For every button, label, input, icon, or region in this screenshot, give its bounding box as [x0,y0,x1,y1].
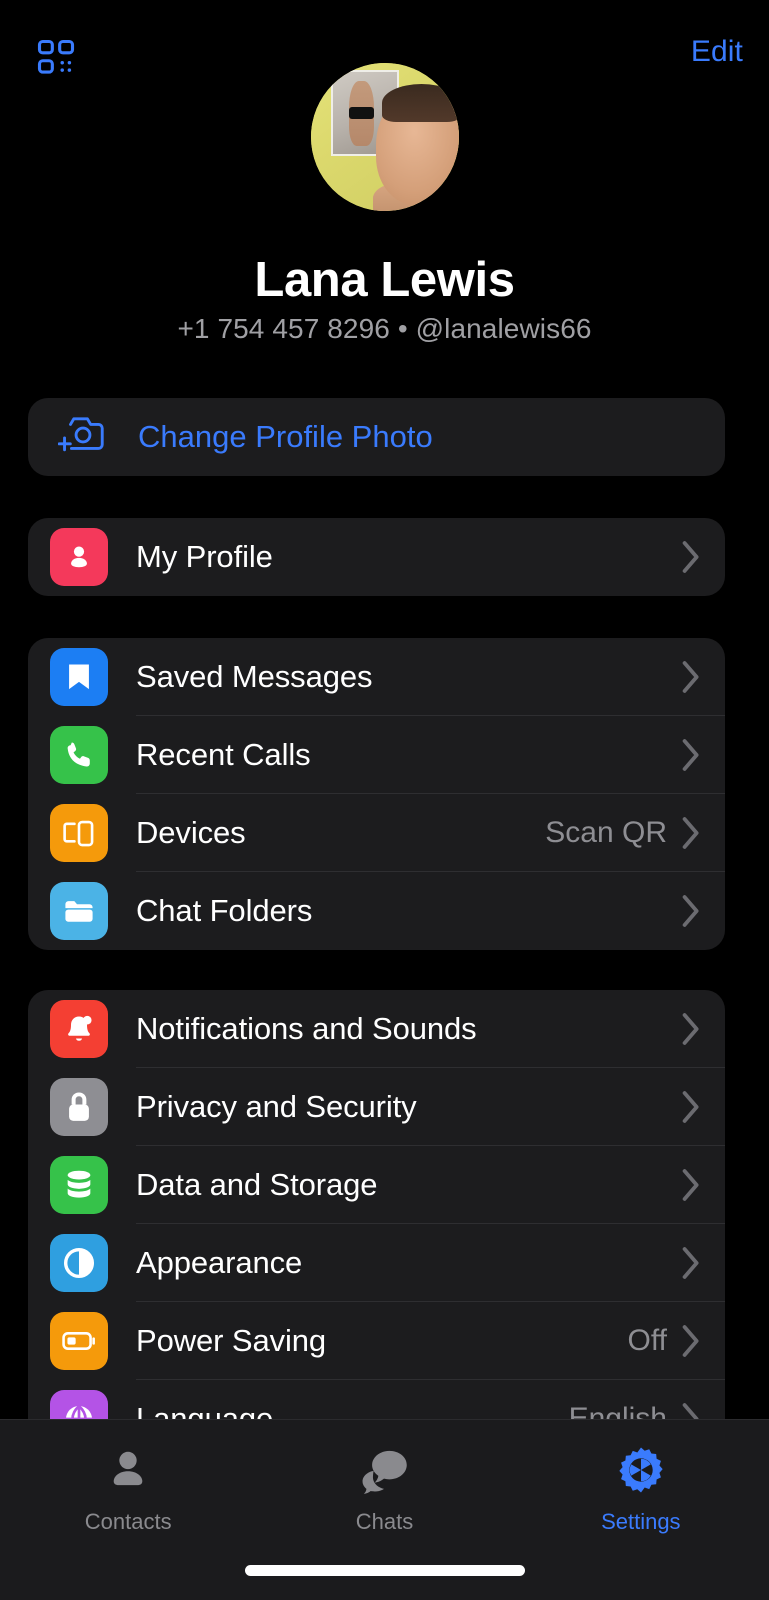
list-item[interactable]: Appearance [28,1224,725,1302]
gear-icon [615,1444,667,1501]
list-item-label: Saved Messages [136,659,373,694]
camera-plus-icon [57,413,108,462]
chevron-right-icon [681,1012,701,1046]
account-group: My Profile [28,518,725,596]
home-indicator [244,1565,525,1576]
chevron-right-icon [681,816,701,850]
tab-chats[interactable]: Chats [256,1420,512,1535]
contrast-icon [50,1234,108,1292]
list-item[interactable]: My Profile [28,518,725,596]
chevron-right-icon [681,1246,701,1280]
list-item-label: Language [136,1401,274,1419]
tab-chats-label: Chats [355,1509,414,1534]
list-item[interactable]: Chat Folders [28,872,725,950]
chevron-right-icon [681,738,701,772]
change-profile-photo-card: Change Profile Photo [28,398,725,476]
chevron-right-icon [681,1090,701,1124]
change-profile-photo-label: Change Profile Photo [138,419,433,454]
list-item[interactable]: Power Saving Off [28,1302,725,1380]
list-item[interactable]: Saved Messages [28,638,725,716]
list-item-label: Appearance [136,1245,303,1280]
list-item-value: English [568,1402,667,1419]
list-item-label: Devices [136,815,246,850]
change-profile-photo-row[interactable]: Change Profile Photo [28,398,725,476]
person-icon [102,1444,154,1501]
list-item-value: Off [627,1324,667,1357]
database-icon [50,1156,108,1214]
phone-icon [50,726,108,784]
list-item[interactable]: Notifications and Sounds [28,990,725,1068]
list-item[interactable]: Recent Calls [28,716,725,794]
tab-contacts-label: Contacts [84,1509,172,1534]
tab-settings-label: Settings [601,1509,681,1534]
list-item-value: Scan QR [545,816,667,849]
bell-icon [50,1000,108,1058]
list-item-label: Data and Storage [136,1167,378,1202]
list-item-label: Recent Calls [136,737,311,772]
settings-group: Notifications and Sounds Privacy and Secu… [28,990,725,1419]
list-item-label: Privacy and Security [136,1089,417,1124]
list-item-label: Notifications and Sounds [136,1011,477,1046]
person-circle-icon [50,528,108,586]
tab-settings[interactable]: Settings [513,1420,769,1535]
list-item-label: Chat Folders [136,893,313,928]
chat-bubbles-icon [358,1444,410,1501]
chevron-right-icon [681,660,701,694]
lock-icon [50,1078,108,1136]
chevron-right-icon [681,894,701,928]
chevron-right-icon [681,540,701,574]
settings-list: Change Profile Photo My Profile Saved Me… [0,0,769,1419]
list-item[interactable]: Data and Storage [28,1146,725,1224]
chevron-right-icon [681,1168,701,1202]
tab-contacts[interactable]: Contacts [0,1420,256,1535]
globe-icon [50,1390,108,1419]
list-item[interactable]: Language English [28,1380,725,1419]
folder-icon [50,882,108,940]
list-item-label: Power Saving [136,1323,327,1358]
bookmark-icon [50,648,108,706]
battery-icon [50,1312,108,1370]
chevron-right-icon [681,1402,701,1419]
list-item[interactable]: Devices Scan QR [28,794,725,872]
shortcuts-group: Saved Messages Recent Calls Devices Scan QR… [28,638,725,950]
chevron-right-icon [681,1324,701,1358]
devices-icon [50,804,108,862]
list-item-label: My Profile [136,539,273,574]
telegram-settings-screen: Edit Lana Lewis +1 754 457 8296 • @lanal… [0,0,769,1600]
list-item[interactable]: Privacy and Security [28,1068,725,1146]
